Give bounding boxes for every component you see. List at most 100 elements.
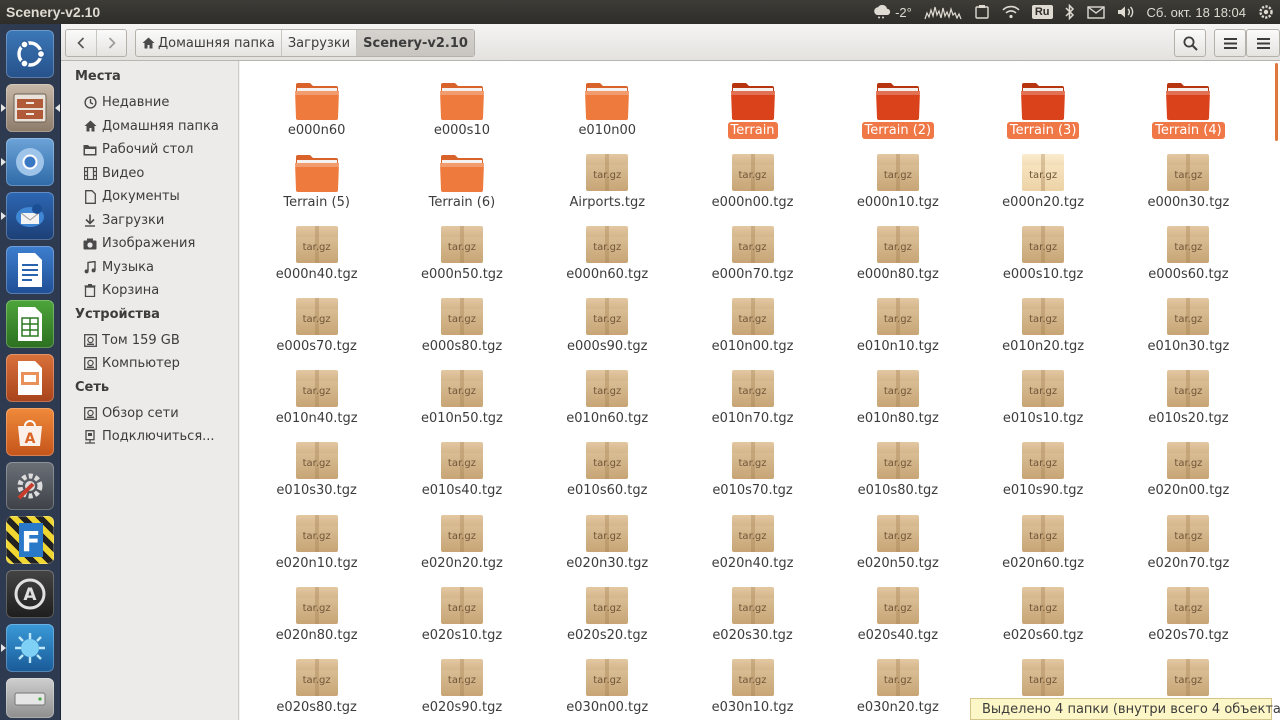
- file-item[interactable]: tar.gz e030n20.tgz: [825, 650, 970, 720]
- file-item[interactable]: tar.gz e000s80.tgz: [389, 289, 534, 361]
- breadcrumb-downloads[interactable]: Загрузки: [280, 30, 356, 56]
- view-menu-button[interactable]: [1214, 29, 1246, 57]
- file-item[interactable]: tar.gz e020n50.tgz: [825, 506, 970, 578]
- impress-icon[interactable]: [6, 354, 54, 402]
- file-item[interactable]: tar.gz e010n50.tgz: [389, 361, 534, 433]
- sidebar-item[interactable]: Рабочий стол: [61, 138, 238, 162]
- file-item[interactable]: tar.gz e020s10.tgz: [389, 578, 534, 650]
- file-item[interactable]: tar.gz e000n50.tgz: [389, 217, 534, 289]
- software-center-icon[interactable]: A: [6, 408, 54, 456]
- session-indicator[interactable]: [1252, 0, 1280, 24]
- wifi-indicator[interactable]: [996, 0, 1026, 24]
- sidebar-item[interactable]: Том 159 GB: [61, 329, 238, 353]
- file-item[interactable]: tar.gz e010n00.tgz: [680, 289, 825, 361]
- breadcrumb-current[interactable]: Scenery-v2.10: [356, 30, 474, 56]
- file-item[interactable]: tar.gz e020s80.tgz: [244, 650, 389, 720]
- ubuntu-dash-icon[interactable]: [6, 30, 54, 78]
- folder-item[interactable]: e000s10: [389, 73, 534, 145]
- file-item[interactable]: tar.gz e010n20.tgz: [970, 289, 1115, 361]
- breadcrumb-home[interactable]: Домашняя папка: [136, 30, 281, 56]
- file-item[interactable]: tar.gz e000s70.tgz: [244, 289, 389, 361]
- file-item[interactable]: tar.gz e010s10.tgz: [970, 361, 1115, 433]
- app-icon[interactable]: [6, 624, 54, 672]
- sidebar-item[interactable]: Недавние: [61, 91, 238, 115]
- clock-indicator[interactable]: Сб. окт. 18 18:04: [1141, 0, 1252, 24]
- forward-button[interactable]: [96, 30, 126, 56]
- writer-icon[interactable]: [6, 246, 54, 294]
- file-item[interactable]: tar.gz e020n40.tgz: [680, 506, 825, 578]
- file-item[interactable]: tar.gz e020s70.tgz: [1116, 578, 1261, 650]
- folder-item[interactable]: Terrain (4): [1116, 73, 1261, 145]
- file-item[interactable]: tar.gz Airports.tgz: [535, 145, 680, 217]
- file-item[interactable]: tar.gz e020s40.tgz: [825, 578, 970, 650]
- file-item[interactable]: tar.gz e030n00.tgz: [535, 650, 680, 720]
- sidebar-item[interactable]: Обзор сети: [61, 402, 238, 426]
- sound-indicator[interactable]: [1111, 0, 1141, 24]
- file-item[interactable]: tar.gz e010n80.tgz: [825, 361, 970, 433]
- file-item[interactable]: tar.gz e010s70.tgz: [680, 433, 825, 505]
- sidebar-item[interactable]: Документы: [61, 185, 238, 209]
- mail-indicator[interactable]: [1081, 0, 1111, 24]
- system-monitor-indicator[interactable]: [918, 0, 968, 24]
- file-item[interactable]: tar.gz e010s80.tgz: [825, 433, 970, 505]
- file-item[interactable]: tar.gz e010s60.tgz: [535, 433, 680, 505]
- file-item[interactable]: tar.gz e010s20.tgz: [1116, 361, 1261, 433]
- file-item[interactable]: tar.gz e020n20.tgz: [389, 506, 534, 578]
- file-item[interactable]: tar.gz e020n80.tgz: [244, 578, 389, 650]
- app-menu-button[interactable]: [1246, 29, 1280, 57]
- file-item[interactable]: tar.gz e010n70.tgz: [680, 361, 825, 433]
- file-item[interactable]: tar.gz e000n10.tgz: [825, 145, 970, 217]
- folder-item[interactable]: Terrain: [680, 73, 825, 145]
- file-item[interactable]: tar.gz e020s90.tgz: [389, 650, 534, 720]
- file-item[interactable]: tar.gz e010n10.tgz: [825, 289, 970, 361]
- file-item[interactable]: tar.gz e020n30.tgz: [535, 506, 680, 578]
- weather-indicator[interactable]: -2°: [866, 0, 918, 24]
- files-icon[interactable]: [6, 84, 54, 132]
- search-button[interactable]: [1174, 29, 1206, 57]
- sidebar-item[interactable]: Видео: [61, 162, 238, 186]
- system-settings-icon[interactable]: [6, 462, 54, 510]
- bluetooth-indicator[interactable]: [1059, 0, 1081, 24]
- file-item[interactable]: tar.gz e000n20.tgz: [970, 145, 1115, 217]
- file-item[interactable]: tar.gz e020s20.tgz: [535, 578, 680, 650]
- sidebar-item[interactable]: Изображения: [61, 232, 238, 256]
- file-item[interactable]: tar.gz e020n10.tgz: [244, 506, 389, 578]
- vertical-scrollbar[interactable]: [1272, 61, 1280, 720]
- file-item[interactable]: tar.gz e020n60.tgz: [970, 506, 1115, 578]
- file-item[interactable]: tar.gz e010n30.tgz: [1116, 289, 1261, 361]
- drive-icon[interactable]: [6, 678, 54, 718]
- file-item[interactable]: tar.gz e000n70.tgz: [680, 217, 825, 289]
- thunderbird-icon[interactable]: [6, 192, 54, 240]
- folder-item[interactable]: Terrain (2): [825, 73, 970, 145]
- sidebar-item[interactable]: Домашняя папка: [61, 115, 238, 139]
- file-item[interactable]: tar.gz e000s10.tgz: [970, 217, 1115, 289]
- folder-item[interactable]: Terrain (3): [970, 73, 1115, 145]
- file-item[interactable]: tar.gz e030n10.tgz: [680, 650, 825, 720]
- sidebar-item[interactable]: Подключиться...: [61, 425, 238, 449]
- file-item[interactable]: tar.gz e000s90.tgz: [535, 289, 680, 361]
- file-item[interactable]: tar.gz e010s30.tgz: [244, 433, 389, 505]
- folder-item[interactable]: Terrain (5): [244, 145, 389, 217]
- sidebar-item[interactable]: Музыка: [61, 256, 238, 280]
- file-item[interactable]: tar.gz e000n80.tgz: [825, 217, 970, 289]
- folder-item[interactable]: e000n60: [244, 73, 389, 145]
- file-item[interactable]: tar.gz e010n60.tgz: [535, 361, 680, 433]
- folder-item[interactable]: e010n00: [535, 73, 680, 145]
- file-item[interactable]: tar.gz e020s60.tgz: [970, 578, 1115, 650]
- file-item[interactable]: tar.gz e020n00.tgz: [1116, 433, 1261, 505]
- file-item[interactable]: tar.gz e010s40.tgz: [389, 433, 534, 505]
- file-item[interactable]: tar.gz e020s30.tgz: [680, 578, 825, 650]
- clipboard-indicator[interactable]: [968, 0, 996, 24]
- file-item[interactable]: tar.gz e010s90.tgz: [970, 433, 1115, 505]
- flightgear-icon[interactable]: F: [6, 516, 54, 564]
- sidebar-item[interactable]: Корзина: [61, 279, 238, 303]
- keyboard-layout-indicator[interactable]: Ru: [1026, 0, 1059, 24]
- sidebar-item[interactable]: Загрузки: [61, 209, 238, 233]
- calc-icon[interactable]: [6, 300, 54, 348]
- file-item[interactable]: tar.gz e000n40.tgz: [244, 217, 389, 289]
- file-item[interactable]: tar.gz e010n40.tgz: [244, 361, 389, 433]
- file-item[interactable]: tar.gz e000n30.tgz: [1116, 145, 1261, 217]
- file-item[interactable]: tar.gz e000n60.tgz: [535, 217, 680, 289]
- back-button[interactable]: [66, 30, 96, 56]
- folder-item[interactable]: Terrain (6): [389, 145, 534, 217]
